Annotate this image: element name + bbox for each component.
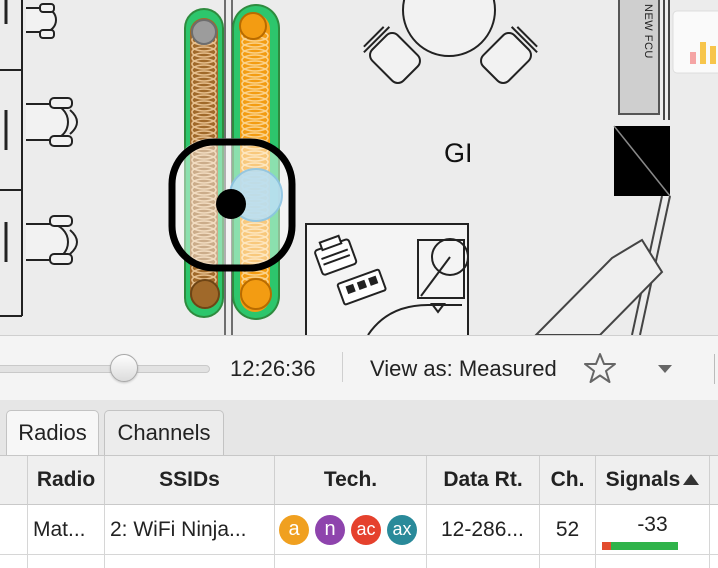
room-label: GI <box>444 138 473 168</box>
equipment-desk <box>305 223 469 335</box>
row-select-cell[interactable] <box>0 505 28 555</box>
radio-cell[interactable]: Mat... <box>28 505 105 555</box>
column-header-data-rate[interactable]: Data Rt. <box>427 456 540 505</box>
toolbar-divider <box>342 352 343 382</box>
signal-value: -33 <box>637 513 668 536</box>
desk-area <box>0 0 23 317</box>
chairs-left <box>26 3 78 265</box>
table-row-next <box>28 555 105 568</box>
time-slider-thumb[interactable] <box>110 354 139 382</box>
sort-ascending-icon <box>683 473 700 485</box>
fcu-label: NEW FCU <box>642 4 654 59</box>
column-header-select[interactable] <box>0 456 28 505</box>
column-header-tech[interactable]: Tech. <box>275 456 427 505</box>
tab-radios[interactable]: Radios <box>6 410 99 455</box>
selected-location-marker <box>168 138 296 272</box>
pillar <box>613 125 671 197</box>
column-header-channel[interactable]: Ch. <box>540 456 596 505</box>
ssids-cell[interactable]: 2: WiFi Ninja... <box>105 505 275 555</box>
tab-bar: Radios Channels <box>0 400 718 455</box>
overflow-cell <box>710 505 718 555</box>
signal-cell[interactable]: -33 <box>596 505 710 555</box>
tab-channels[interactable]: Channels <box>104 410 224 455</box>
tech-badge-ac: ac <box>351 514 381 545</box>
column-header-signals[interactable]: Signals <box>596 456 710 505</box>
mini-chart-widget[interactable] <box>672 10 718 74</box>
radios-table: Radio SSIDs Tech. Data Rt. Ch. Signals M… <box>0 455 718 568</box>
column-header-signals-label: Signals <box>605 468 681 491</box>
column-header-ssids[interactable]: SSIDs <box>105 456 275 505</box>
timeline-toolbar: 12:26:36 View as: Measured <box>0 335 718 400</box>
tech-cell[interactable]: a n ac ax <box>275 505 427 555</box>
toolbar-edge <box>714 354 718 384</box>
tech-badge-a: a <box>279 514 309 545</box>
column-header-radio[interactable]: Radio <box>28 456 105 505</box>
round-table <box>363 0 538 84</box>
tech-badge-n: n <box>315 514 345 545</box>
table-row-next <box>105 555 275 568</box>
table-row-next <box>427 555 540 568</box>
table-row-next <box>0 555 28 568</box>
channel-cell[interactable]: 52 <box>540 505 596 555</box>
current-time: 12:26:36 <box>230 356 316 381</box>
view-as-selector[interactable]: View as: Measured <box>370 356 557 382</box>
signal-bar-low-segment <box>602 542 611 550</box>
signal-strength-bar <box>602 542 678 550</box>
floor-plan-map[interactable]: GI NEW FCU <box>0 0 718 335</box>
tech-badge-ax: ax <box>387 514 417 545</box>
chevron-down-icon[interactable] <box>652 360 678 378</box>
column-header-overflow <box>710 456 718 505</box>
time-slider-track[interactable] <box>0 365 210 373</box>
table-row-next <box>275 555 427 568</box>
table-row-next <box>596 555 710 568</box>
table-row-next <box>540 555 596 568</box>
star-icon[interactable] <box>584 352 616 384</box>
data-rate-cell[interactable]: 12-286... <box>427 505 540 555</box>
